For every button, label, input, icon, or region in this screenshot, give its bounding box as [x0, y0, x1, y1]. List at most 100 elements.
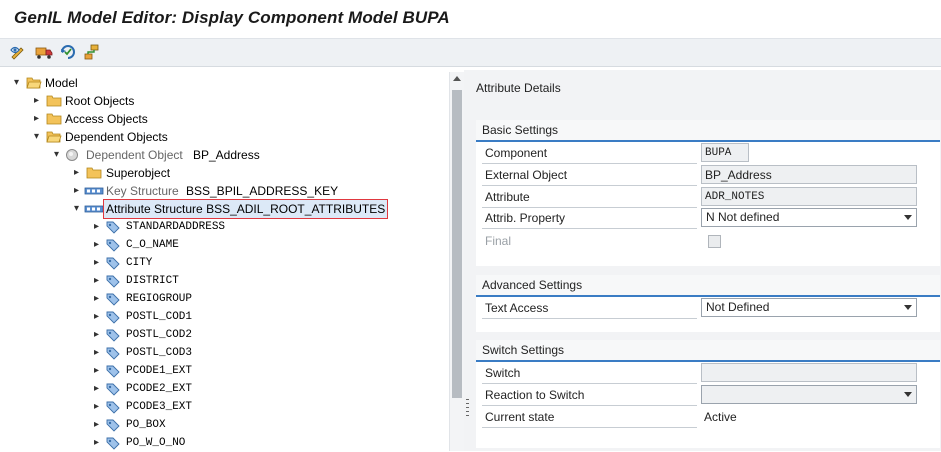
expand-icon[interactable]: ▸ [92, 236, 101, 254]
basic-settings-header: Basic Settings [476, 120, 940, 142]
expand-icon[interactable]: ▸ [92, 290, 101, 308]
pane-splitter[interactable] [464, 70, 472, 451]
transport-button[interactable] [34, 42, 54, 62]
tree-node-key-structure[interactable]: ▸ Key Structure BSS_BPIL_ADDRESS_KEY [0, 182, 440, 200]
folder-open-icon [46, 131, 62, 143]
reaction-label: Reaction to Switch [482, 385, 697, 406]
collapse-icon[interactable]: ▾ [72, 200, 81, 218]
tree-node-attribute[interactable]: ▸ C_O_NAME [0, 236, 440, 254]
folder-open-icon [26, 77, 42, 89]
expand-icon[interactable]: ▸ [92, 344, 101, 362]
collapse-icon[interactable]: ▾ [12, 74, 21, 92]
tree-node-model[interactable]: ▾ Model [0, 74, 440, 92]
tree-node-attribute[interactable]: ▸ DISTRICT [0, 272, 440, 290]
folder-icon [86, 167, 102, 179]
expand-icon[interactable]: ▸ [72, 182, 81, 200]
text-access-select[interactable]: Not Defined [701, 298, 917, 317]
hierarchy-button[interactable] [82, 42, 102, 62]
tree-node-attribute[interactable]: ▸ PCODE1_EXT [0, 362, 440, 380]
expand-icon[interactable]: ▸ [92, 326, 101, 344]
transport-icon [35, 47, 53, 59]
tree-node-attribute[interactable]: ▸ PCODE2_EXT [0, 380, 440, 398]
splitter-grip-icon[interactable] [466, 399, 469, 419]
expand-icon[interactable]: ▸ [72, 164, 81, 182]
switch-field[interactable] [701, 363, 917, 382]
tree-node-label: CITY [126, 257, 153, 269]
attribute-tag-icon [106, 437, 120, 450]
external-object-field[interactable]: BP_Address [701, 165, 917, 184]
expand-icon[interactable]: ▸ [32, 92, 41, 110]
tree-node-attribute[interactable]: ▸ POSTL_COD2 [0, 326, 440, 344]
external-object-label: External Object [482, 165, 697, 186]
attribute-tag-icon [106, 383, 120, 396]
reaction-select[interactable] [701, 385, 917, 404]
selected-node-text[interactable]: Attribute Structure BSS_ADIL_ROOT_ATTRIB… [102, 199, 389, 219]
advanced-settings-header: Advanced Settings [476, 275, 940, 297]
chevron-down-icon [904, 392, 912, 397]
tree-node-dependent-objects[interactable]: ▾ Dependent Objects [0, 128, 440, 146]
expand-icon[interactable]: ▸ [92, 254, 101, 272]
attrib-property-label: Attrib. Property [482, 208, 697, 229]
expand-icon[interactable]: ▸ [92, 362, 101, 380]
attribute-tag-icon [106, 311, 120, 324]
tree-node-root-objects[interactable]: ▸ Root Objects [0, 92, 440, 110]
title-bar: GenIL Model Editor: Display Component Mo… [0, 0, 941, 39]
attribute-tag-icon [106, 347, 120, 360]
tree-node-attribute[interactable]: ▸ PO_W_O_NO [0, 434, 440, 452]
scrollbar-thumb[interactable] [452, 90, 462, 398]
expand-icon[interactable]: ▸ [92, 272, 101, 290]
tree-node-label: POSTL_COD2 [126, 329, 193, 341]
attribute-tag-icon [106, 275, 120, 288]
tree-node-attribute-structure[interactable]: ▾ Attribute Structure BSS_ADIL_ROOT_ATTR… [0, 199, 440, 219]
tree-node-attribute[interactable]: ▸ PO_BOX [0, 416, 440, 434]
expand-icon[interactable]: ▸ [92, 218, 101, 236]
collapse-icon[interactable]: ▾ [52, 146, 61, 164]
tree-node-label: PCODE3_EXT [126, 401, 193, 413]
check-object-icon [61, 45, 75, 59]
tree-node-label: PCODE2_EXT [126, 383, 193, 395]
attribute-tag-icon [106, 257, 120, 270]
expand-icon[interactable]: ▸ [92, 380, 101, 398]
display-change-toggle-icon [10, 46, 24, 60]
attribute-tag-icon [106, 293, 120, 306]
tree-node-label: Dependent Objects [65, 130, 168, 144]
final-checkbox[interactable] [708, 235, 721, 248]
current-state-value: Active [704, 410, 737, 424]
tree-node-access-objects[interactable]: ▸ Access Objects [0, 110, 440, 128]
text-access-label: Text Access [482, 298, 697, 319]
hierarchy-icon [84, 44, 99, 60]
display-change-toggle-button[interactable] [9, 42, 29, 62]
check-object-button[interactable] [58, 42, 78, 62]
tree-node-label: Root Objects [65, 94, 135, 108]
tree-node-attribute[interactable]: ▸ PCODE3_EXT [0, 398, 440, 416]
attribute-tag-icon [106, 221, 120, 234]
expand-icon[interactable]: ▸ [92, 434, 101, 452]
tree-node-attribute[interactable]: ▸ CITY [0, 254, 440, 272]
component-field[interactable]: BUPA [701, 143, 749, 162]
tree-node-attribute[interactable]: ▸ POSTL_COD1 [0, 308, 440, 326]
scroll-up-icon[interactable] [453, 76, 461, 81]
tree-vertical-scrollbar[interactable] [449, 72, 465, 451]
component-label: Component [482, 143, 697, 164]
expand-icon[interactable]: ▸ [92, 398, 101, 416]
tree-node-attribute[interactable]: ▸ REGIOGROUP [0, 290, 440, 308]
application-toolbar [0, 39, 941, 67]
tree-node-superobject[interactable]: ▸ Superobject [0, 164, 440, 182]
tree-node-attribute[interactable]: ▸ STANDARDADDRESS [0, 218, 440, 236]
details-title: Attribute Details [476, 81, 561, 95]
tree-node-attribute[interactable]: ▸ POSTL_COD3 [0, 344, 440, 362]
chevron-down-icon [904, 305, 912, 310]
collapse-icon[interactable]: ▾ [32, 128, 41, 146]
attrib-property-select[interactable]: N Not defined [701, 208, 917, 227]
tree-node-dependent-object[interactable]: ▾ Dependent Object BP_Address [0, 146, 440, 164]
attribute-field[interactable]: ADR_NOTES [701, 187, 917, 206]
text-access-value: Not Defined [706, 300, 770, 314]
expand-icon[interactable]: ▸ [92, 308, 101, 326]
expand-icon[interactable]: ▸ [32, 110, 41, 128]
tree-node-label: POSTL_COD1 [126, 311, 193, 323]
tree-node-label: PO_BOX [126, 419, 166, 431]
current-state-label: Current state [482, 407, 697, 428]
attribute-details-pane: Attribute Details Basic Settings Compone… [472, 70, 941, 451]
expand-icon[interactable]: ▸ [92, 416, 101, 434]
tree-node-label: REGIOGROUP [126, 293, 193, 305]
